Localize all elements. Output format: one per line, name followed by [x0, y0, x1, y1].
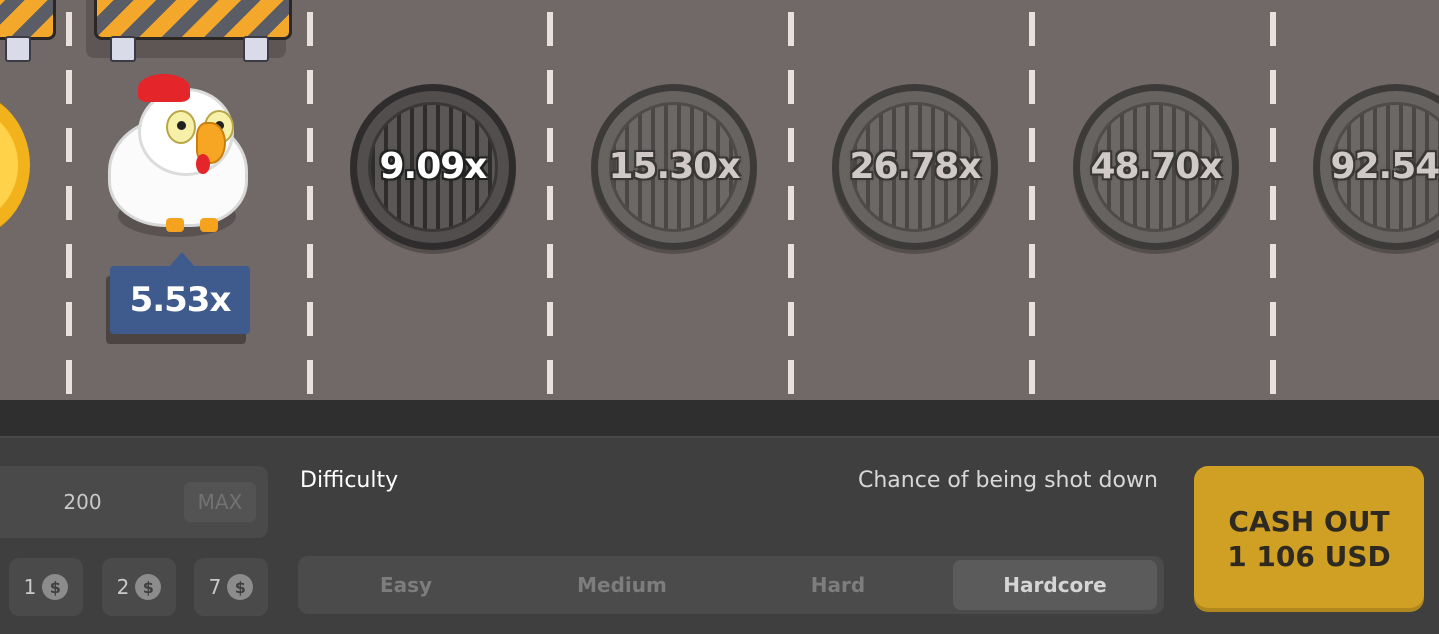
lane-multiplier: 48.70x	[1090, 146, 1222, 187]
lane-multiplier: 15.30x	[608, 146, 740, 187]
max-bet-button[interactable]: MAX	[184, 482, 256, 522]
cash-out-amount: 1 106 USD	[1227, 540, 1391, 573]
manhole-lane-3: 26.78x	[832, 84, 998, 250]
quick-bet-1-button[interactable]: 1 $	[9, 558, 83, 616]
manhole-lane-2: 15.30x	[591, 84, 757, 250]
cash-out-button[interactable]: CASH OUT 1 106 USD	[1194, 466, 1424, 612]
current-multiplier-badge: 5.53x	[110, 252, 250, 334]
quick-bet-label: 1	[23, 575, 37, 599]
chance-label: Chance of being shot down	[858, 468, 1158, 493]
difficulty-hardcore-tab[interactable]: Hardcore	[953, 560, 1157, 610]
quick-bet-label: 2	[116, 575, 130, 599]
bet-amount-value[interactable]: 200	[0, 466, 165, 538]
game-board: 5.53x 9.09x 15.30x 26.78x 48.70x 92.54x	[0, 0, 1439, 400]
dollar-icon: $	[42, 574, 69, 600]
gold-coin-icon	[0, 85, 30, 245]
lane-multiplier: 26.78x	[849, 146, 981, 187]
quick-bet-2-button[interactable]: 2 $	[102, 558, 176, 616]
cash-out-label: CASH OUT	[1228, 505, 1390, 538]
dollar-icon: $	[135, 574, 162, 600]
difficulty-title: Difficulty	[300, 468, 399, 493]
difficulty-hard-tab[interactable]: Hard	[736, 560, 940, 610]
difficulty-medium-tab[interactable]: Medium	[520, 560, 724, 610]
dollar-icon: $	[227, 574, 254, 600]
lane-divider	[788, 0, 794, 400]
quick-bet-7-button[interactable]: 7 $	[194, 558, 268, 616]
bet-amount-field[interactable]: 200 MAX	[0, 466, 268, 538]
lane-divider	[307, 0, 313, 400]
lane-divider	[1270, 0, 1276, 400]
quick-bet-label: 7	[208, 575, 222, 599]
control-panel: 200 MAX 1 $ 2 $ 7 $ Difficulty Chance of…	[0, 436, 1439, 634]
manhole-lane-1[interactable]: 9.09x	[350, 84, 516, 250]
current-multiplier-text: 5.53x	[129, 280, 232, 320]
lane-multiplier: 9.09x	[379, 146, 487, 187]
difficulty-easy-tab[interactable]: Easy	[304, 560, 508, 610]
lane-multiplier: 92.54x	[1330, 146, 1439, 187]
lane-divider	[66, 0, 72, 400]
manhole-lane-5: 92.54x	[1313, 84, 1439, 250]
difficulty-selector: Easy Medium Hard Hardcore	[298, 556, 1164, 614]
chicken-player	[100, 70, 260, 245]
lane-divider	[1029, 0, 1035, 400]
manhole-lane-4: 48.70x	[1073, 84, 1239, 250]
lane-divider	[547, 0, 553, 400]
